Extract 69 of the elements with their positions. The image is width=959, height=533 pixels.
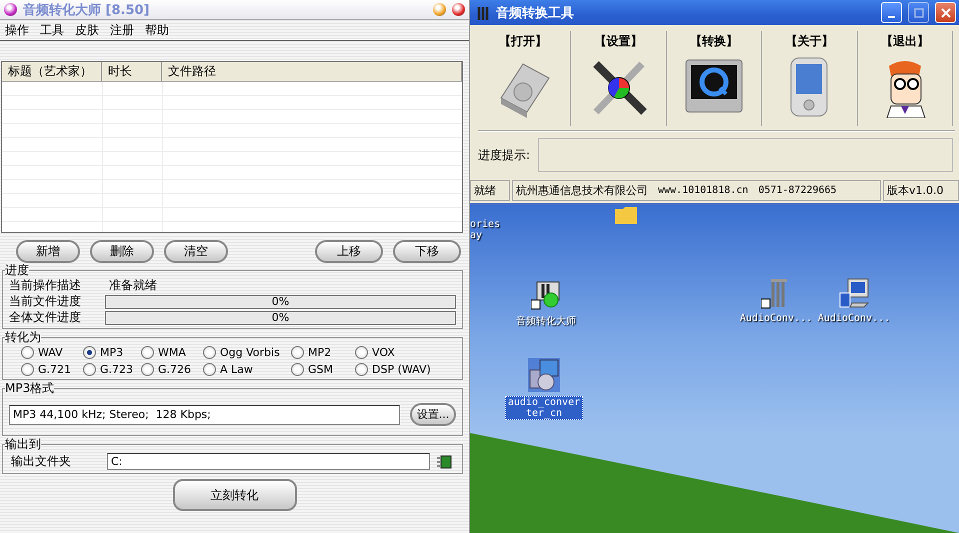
settings-button[interactable]: 设置... (410, 403, 456, 426)
progress-label: 当前操作描述 (9, 277, 82, 294)
app-icon (476, 4, 490, 20)
radio-option[interactable]: MP2 (291, 346, 355, 359)
radio-option[interactable]: WMA (141, 346, 203, 359)
list-button[interactable]: 新增 (16, 240, 80, 263)
status-text: 准备就绪 (108, 277, 158, 294)
minimize-button[interactable] (433, 3, 446, 16)
maximize-button[interactable] (908, 2, 929, 23)
progress-hint-label: 进度提示: (478, 146, 530, 164)
menu-item[interactable]: 操作 (5, 22, 29, 38)
radio-option[interactable]: DSP (WAV) (355, 363, 456, 376)
progress-label: 全体文件进度 (9, 309, 82, 326)
column-header[interactable]: 时长 (102, 62, 162, 81)
phone-text: 0571-87229665 (758, 185, 837, 196)
installer-icon (528, 358, 560, 392)
group-title: 进度 (5, 263, 29, 277)
window-title: 音频转换工具 (496, 4, 575, 22)
toolbar-button[interactable]: 【关于】 (762, 31, 858, 126)
website-text: www.10101818.cn (658, 185, 748, 196)
desktop-icon-label[interactable]: ories ay (470, 219, 504, 241)
version-panel: 版本v1.0.0 (883, 180, 959, 201)
toolbar-button[interactable]: 【设置】 (571, 31, 667, 126)
list-button[interactable]: 清空 (164, 240, 228, 263)
minimize-button[interactable] (881, 2, 902, 23)
close-button[interactable] (452, 3, 465, 16)
radio-option[interactable]: MP3 (83, 346, 141, 359)
computer-icon (838, 277, 870, 309)
radio-option[interactable]: VOX (355, 346, 456, 359)
minimize-icon (888, 16, 895, 18)
radio-option[interactable]: Ogg Vorbis (203, 346, 291, 359)
converter-shortcut-icon (531, 280, 561, 310)
menu-item[interactable]: 工具 (40, 22, 64, 38)
group-title: 转化为 (5, 330, 41, 344)
output-folder-field[interactable]: C: (107, 453, 430, 470)
radio-option[interactable]: WAV (21, 346, 83, 359)
desktop-icon-label[interactable]: audio_converter_cn (505, 396, 583, 420)
radio-option[interactable]: A Law (203, 363, 291, 376)
move-button[interactable]: 下移 (393, 240, 461, 263)
move-button[interactable]: 上移 (315, 240, 383, 263)
progress-reading: 0% (272, 311, 290, 324)
radio-option[interactable]: G.726 (141, 363, 203, 376)
toolbar-button[interactable]: 【打开】 (476, 31, 572, 126)
maximize-icon (914, 8, 924, 18)
close-button[interactable] (935, 2, 956, 23)
convert-now-button[interactable]: 立刻转化 (172, 479, 296, 511)
menu-item[interactable]: 皮肤 (75, 22, 99, 38)
folder-browse-icon[interactable] (436, 454, 452, 468)
progress-label: 当前文件进度 (9, 293, 82, 310)
menu-item[interactable]: 帮助 (145, 22, 169, 38)
radio-option[interactable]: GSM (291, 363, 355, 376)
close-icon (940, 8, 950, 18)
status-panel: 就绪 (470, 180, 510, 201)
radio-option[interactable]: G.721 (21, 363, 83, 376)
toolbar-button[interactable]: 【退出】 (858, 31, 953, 126)
column-header[interactable]: 文件路径 (162, 62, 462, 81)
output-label: 输出文件夹 (11, 453, 72, 470)
list-button[interactable]: 删除 (90, 240, 154, 263)
progress-reading: 0% (272, 295, 290, 308)
format-field[interactable]: MP3 44,100 kHz; Stereo; 128 Kbps; (9, 404, 400, 424)
group-title: MP3格式 (5, 381, 54, 395)
company-text: 杭州惠通信息技术有限公司 (516, 183, 648, 198)
app-orb-icon (4, 3, 17, 16)
group-title: 输出到 (5, 437, 41, 451)
window-title: 音频转化大师 [8.50] (23, 2, 150, 18)
toolbar-button[interactable]: 【转换】 (666, 31, 762, 126)
menu-item[interactable]: 注册 (110, 22, 134, 38)
column-header[interactable]: 标题（艺术家） (2, 62, 102, 81)
radio-option[interactable]: G.723 (83, 363, 141, 376)
